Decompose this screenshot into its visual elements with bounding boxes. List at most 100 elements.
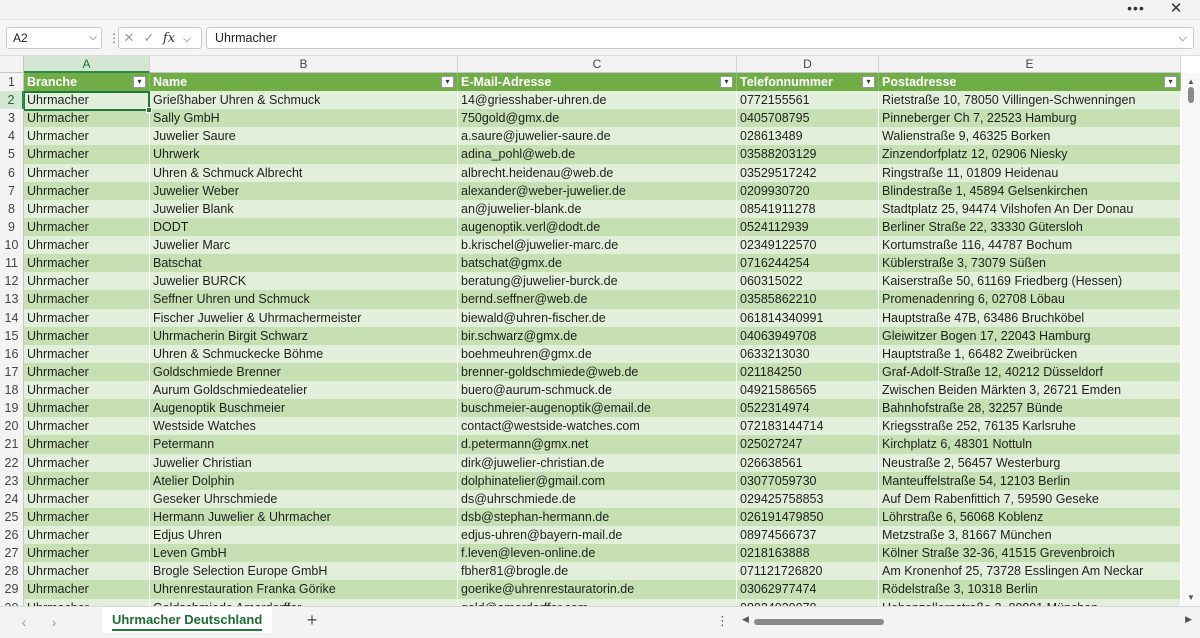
row-header[interactable]: 11 bbox=[0, 254, 24, 273]
telefon-cell[interactable]: 021184250 bbox=[737, 362, 879, 381]
row-header[interactable]: 28 bbox=[0, 562, 24, 581]
row-header[interactable]: 21 bbox=[0, 435, 24, 454]
email-cell[interactable]: batschat@gmx.de bbox=[458, 254, 737, 273]
name-cell[interactable]: Juwelier Christian bbox=[150, 453, 458, 472]
row-header[interactable]: 29 bbox=[0, 580, 24, 599]
vertical-dots-icon[interactable]: ⋮ bbox=[108, 30, 120, 46]
telefon-cell[interactable]: 0405708795 bbox=[737, 109, 879, 128]
email-cell[interactable]: biewald@uhren-fischer.de bbox=[458, 308, 737, 327]
postadresse-cell[interactable]: Hohenzollernstraße 3, 80801 München bbox=[879, 598, 1181, 606]
telefon-cell[interactable]: 029425758853 bbox=[737, 489, 879, 508]
email-cell[interactable]: b.krischel@juwelier-marc.de bbox=[458, 236, 737, 255]
postadresse-cell[interactable]: Hauptstraße 47B, 63486 Bruchköbel bbox=[879, 308, 1181, 327]
row-header[interactable]: 16 bbox=[0, 344, 24, 363]
branche-cell[interactable]: Uhrmacher bbox=[24, 272, 150, 291]
email-cell[interactable]: a.saure@juwelier-saure.de bbox=[458, 127, 737, 146]
add-sheet-icon[interactable]: + bbox=[302, 610, 322, 631]
select-all-corner[interactable] bbox=[0, 56, 24, 73]
more-options-icon[interactable]: ••• bbox=[1124, 0, 1148, 20]
email-cell[interactable]: adina_pohl@web.de bbox=[458, 145, 737, 164]
telefon-cell[interactable]: 0716244254 bbox=[737, 254, 879, 273]
scroll-left-icon[interactable]: ◀ bbox=[742, 614, 749, 625]
postadresse-cell[interactable]: Pinneberger Ch 7, 22523 Hamburg bbox=[879, 109, 1181, 128]
postadresse-cell[interactable]: Küblerstraße 3, 73079 Süßen bbox=[879, 254, 1181, 273]
previous-sheet-icon[interactable]: ‹ bbox=[16, 614, 32, 630]
row-header[interactable]: 12 bbox=[0, 272, 24, 291]
postadresse-cell[interactable]: Gleiwitzer Bogen 17, 22043 Hamburg bbox=[879, 326, 1181, 345]
branche-cell[interactable]: Uhrmacher bbox=[24, 254, 150, 273]
name-cell[interactable]: Edjus Uhren bbox=[150, 526, 458, 545]
telefon-cell[interactable]: 071121726820 bbox=[737, 562, 879, 581]
telefon-cell[interactable]: 03529517242 bbox=[737, 163, 879, 182]
branche-cell[interactable]: Uhrmacher bbox=[24, 290, 150, 309]
name-cell[interactable]: Juwelier Saure bbox=[150, 127, 458, 146]
email-cell[interactable]: bernd.seffner@web.de bbox=[458, 290, 737, 309]
name-cell[interactable]: Hermann Juwelier & Uhrmacher bbox=[150, 507, 458, 526]
branche-cell[interactable]: Uhrmacher bbox=[24, 308, 150, 327]
telefon-cell[interactable]: 0772155561 bbox=[737, 91, 879, 110]
postadresse-cell[interactable]: Bahnhofstraße 28, 32257 Bünde bbox=[879, 399, 1181, 418]
branche-cell[interactable]: Uhrmacher bbox=[24, 471, 150, 490]
telefon-cell[interactable]: 060315022 bbox=[737, 272, 879, 291]
telefon-cell[interactable]: 0524112939 bbox=[737, 217, 879, 236]
telefon-cell[interactable]: 0209930720 bbox=[737, 181, 879, 200]
email-cell[interactable]: goerike@uhrenrestauratorin.de bbox=[458, 580, 737, 599]
postadresse-cell[interactable]: Neustraße 2, 56457 Westerburg bbox=[879, 453, 1181, 472]
email-cell[interactable]: buero@aurum-schmuck.de bbox=[458, 381, 737, 400]
branche-cell[interactable]: Uhrmacher bbox=[24, 507, 150, 526]
scroll-up-icon[interactable]: ▲ bbox=[1187, 77, 1195, 86]
formula-input[interactable]: Uhrmacher ⌵ bbox=[206, 27, 1194, 49]
name-cell[interactable]: Atelier Dolphin bbox=[150, 471, 458, 490]
row-header[interactable]: 7 bbox=[0, 181, 24, 200]
telefon-cell[interactable]: 08541911278 bbox=[737, 199, 879, 218]
telefon-cell[interactable]: 08024030078 bbox=[737, 598, 879, 606]
header-cell-postadresse[interactable]: Postadresse ▾ bbox=[879, 73, 1181, 91]
postadresse-cell[interactable]: Zinzendorfplatz 12, 02906 Niesky bbox=[879, 145, 1181, 164]
postadresse-cell[interactable]: Hauptstraße 1, 66482 Zweibrücken bbox=[879, 344, 1181, 363]
branche-cell[interactable]: Uhrmacher bbox=[24, 598, 150, 606]
postadresse-cell[interactable]: Rietstraße 10, 78050 Villingen-Schwennin… bbox=[879, 91, 1181, 110]
next-sheet-icon[interactable]: › bbox=[46, 614, 62, 630]
branche-cell[interactable]: Uhrmacher bbox=[24, 344, 150, 363]
filter-dropdown-icon[interactable]: ▾ bbox=[1164, 76, 1177, 88]
email-cell[interactable]: 750gold@gmx.de bbox=[458, 109, 737, 128]
row-header[interactable]: 17 bbox=[0, 362, 24, 381]
branche-cell[interactable]: Uhrmacher bbox=[24, 544, 150, 563]
postadresse-cell[interactable]: Auf Dem Rabenfittich 7, 59590 Geseke bbox=[879, 489, 1181, 508]
filter-dropdown-icon[interactable]: ▾ bbox=[720, 76, 733, 88]
branche-cell[interactable]: Uhrmacher bbox=[24, 562, 150, 581]
email-cell[interactable]: contact@westside-watches.com bbox=[458, 417, 737, 436]
name-cell[interactable]: Juwelier Blank bbox=[150, 199, 458, 218]
branche-cell[interactable]: Uhrmacher bbox=[24, 489, 150, 508]
name-cell[interactable]: Brogle Selection Europe GmbH bbox=[150, 562, 458, 581]
column-header-b[interactable]: B bbox=[150, 56, 458, 73]
email-cell[interactable]: alexander@weber-juwelier.de bbox=[458, 181, 737, 200]
postadresse-cell[interactable]: Promenadenring 6, 02708 Löbau bbox=[879, 290, 1181, 309]
header-cell-telefon[interactable]: Telefonnummer ▾ bbox=[737, 73, 879, 91]
column-header-c[interactable]: C bbox=[458, 56, 737, 73]
scroll-down-icon[interactable]: ▼ bbox=[1187, 593, 1195, 602]
telefon-cell[interactable]: 028613489 bbox=[737, 127, 879, 146]
email-cell[interactable]: buschmeier-augenoptik@email.de bbox=[458, 399, 737, 418]
email-cell[interactable]: boehmeuhren@gmx.de bbox=[458, 344, 737, 363]
row-header[interactable]: 4 bbox=[0, 127, 24, 146]
row-header[interactable]: 6 bbox=[0, 163, 24, 182]
row-header[interactable]: 3 bbox=[0, 109, 24, 128]
postadresse-cell[interactable]: Rödelstraße 3, 10318 Berlin bbox=[879, 580, 1181, 599]
postadresse-cell[interactable]: Berliner Straße 22, 33330 Gütersloh bbox=[879, 217, 1181, 236]
telefon-cell[interactable]: 0522314974 bbox=[737, 399, 879, 418]
telefon-cell[interactable]: 04921586565 bbox=[737, 381, 879, 400]
branche-cell[interactable]: Uhrmacher bbox=[24, 163, 150, 182]
row-header[interactable]: 5 bbox=[0, 145, 24, 164]
name-cell[interactable]: Uhrenrestauration Franka Görike bbox=[150, 580, 458, 599]
filter-dropdown-icon[interactable]: ▾ bbox=[133, 76, 146, 88]
postadresse-cell[interactable]: Metzstraße 3, 81667 München bbox=[879, 526, 1181, 545]
name-cell[interactable]: Uhrwerk bbox=[150, 145, 458, 164]
telefon-cell[interactable]: 04063949708 bbox=[737, 326, 879, 345]
name-cell[interactable]: Augenoptik Buschmeier bbox=[150, 399, 458, 418]
postadresse-cell[interactable]: Kölner Straße 32-36, 41515 Grevenbroich bbox=[879, 544, 1181, 563]
name-cell[interactable]: Juwelier BURCK bbox=[150, 272, 458, 291]
vertical-dots-icon[interactable]: ⋮ bbox=[716, 613, 729, 629]
telefon-cell[interactable]: 061814340991 bbox=[737, 308, 879, 327]
name-cell[interactable]: Westside Watches bbox=[150, 417, 458, 436]
